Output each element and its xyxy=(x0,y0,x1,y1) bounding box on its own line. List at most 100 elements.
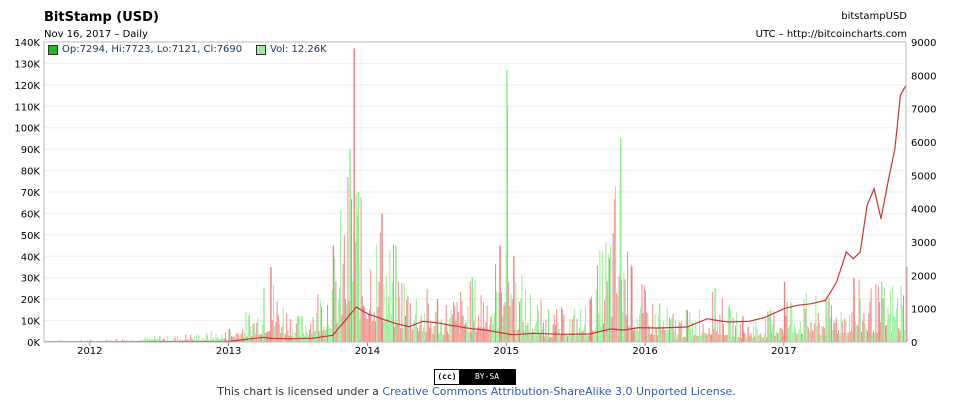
volume-bar xyxy=(657,335,658,342)
volume-bar xyxy=(190,335,192,342)
volume-bar xyxy=(198,335,200,342)
volume-bar xyxy=(763,333,765,342)
license-suffix: . xyxy=(732,385,736,398)
volume-bar xyxy=(346,304,348,342)
volume-bar xyxy=(726,334,728,342)
volume-bar xyxy=(515,283,517,342)
volume-bar xyxy=(501,292,502,342)
volume-bar xyxy=(423,327,424,342)
left-tick-label: 0K xyxy=(27,338,40,349)
volume-bar xyxy=(378,281,380,342)
left-tick-label: 60K xyxy=(21,209,41,220)
cc-badge-by: BY-SA xyxy=(474,372,500,381)
volume-bar xyxy=(804,308,806,342)
volume-spike xyxy=(228,329,231,342)
volume-bar xyxy=(376,244,378,342)
volume-bar xyxy=(639,315,640,342)
volume-bar xyxy=(474,280,476,342)
volume-bar xyxy=(305,325,307,342)
volume-bar xyxy=(445,305,447,342)
volume-bar xyxy=(841,321,843,342)
volume-bar xyxy=(857,325,859,342)
volume-bar xyxy=(774,335,776,342)
right-tick-label: 9000 xyxy=(911,38,936,49)
volume-bar xyxy=(755,321,757,342)
volume-bar xyxy=(336,323,338,342)
volume-bar xyxy=(729,303,730,342)
volume-bar xyxy=(504,301,506,342)
volume-bar xyxy=(613,199,615,342)
volume-bar xyxy=(622,312,624,342)
volume-bar xyxy=(384,321,386,342)
volume-bar xyxy=(245,311,247,342)
volume-bar xyxy=(827,300,829,342)
volume-bar xyxy=(787,328,789,342)
volume-bar xyxy=(615,185,616,342)
volume-bar xyxy=(623,272,625,342)
legend-ohlc: Op:7294, Hi:7723, Lo:7121, Cl:7690 xyxy=(48,44,242,55)
volume-bar xyxy=(540,299,542,342)
volume-bar xyxy=(832,330,834,342)
volume-bar xyxy=(426,288,428,342)
cc-license-badge-icon[interactable]: (cc) BY-SA xyxy=(434,369,516,385)
volume-bar xyxy=(558,329,560,342)
volume-bar xyxy=(577,335,579,342)
volume-bar xyxy=(730,309,732,342)
volume-bar xyxy=(874,332,876,342)
cc-badge-cc: (cc) xyxy=(435,370,459,384)
ohlc-swatch-icon xyxy=(48,44,58,55)
volume-bar xyxy=(778,332,780,342)
volume-bar xyxy=(667,330,669,342)
volume-spike xyxy=(589,299,591,342)
volume-bar xyxy=(756,328,758,342)
volume-bar xyxy=(823,327,825,342)
volume-bar xyxy=(370,269,372,342)
volume-bar xyxy=(777,333,778,342)
volume-bar xyxy=(595,290,597,342)
volume-bar xyxy=(837,333,838,342)
volume-bar xyxy=(313,331,315,342)
volume-bar xyxy=(599,250,601,342)
volume-bar xyxy=(372,320,374,342)
x-tick-label: 2016 xyxy=(632,346,657,357)
volume-bar xyxy=(255,332,256,342)
volume-bar xyxy=(678,321,680,342)
volume-bar xyxy=(724,335,726,342)
left-tick-label: 100K xyxy=(14,124,40,135)
volume-bar xyxy=(543,322,544,342)
volume-bar xyxy=(561,307,562,342)
volume-bar xyxy=(371,321,373,342)
volume-bar xyxy=(717,319,718,342)
volume-bar xyxy=(575,335,577,342)
volume-bar xyxy=(834,323,836,342)
volume-bar xyxy=(801,333,802,342)
volume-bar xyxy=(267,331,268,342)
volume-bar xyxy=(401,282,403,342)
volume-bar xyxy=(731,336,733,342)
volume-bar xyxy=(564,336,566,342)
volume-bar xyxy=(843,332,844,342)
volume-bar xyxy=(889,290,891,342)
volume-bar xyxy=(675,319,676,342)
volume-bar xyxy=(592,330,594,342)
volume-bar xyxy=(780,327,782,342)
volume-bar xyxy=(833,321,835,342)
volume-bar xyxy=(882,298,884,342)
volume-bar xyxy=(606,281,608,342)
volume-bar xyxy=(760,333,762,342)
volume-bar xyxy=(663,321,664,342)
volume-bar xyxy=(683,336,685,342)
volume-bar xyxy=(389,250,391,342)
volume-bar xyxy=(817,312,819,342)
volume-bar xyxy=(486,305,488,342)
x-tick-label: 2013 xyxy=(216,346,241,357)
volume-bar xyxy=(816,325,818,342)
volume-bar xyxy=(361,296,363,342)
license-link[interactable]: Creative Commons Attribution-ShareAlike … xyxy=(382,385,732,398)
left-tick-label: 120K xyxy=(14,81,40,92)
volume-bar xyxy=(785,315,787,342)
volume-bar xyxy=(694,334,696,342)
volume-spike xyxy=(658,303,661,342)
volume-bar xyxy=(580,309,582,342)
volume-bar xyxy=(424,313,426,342)
